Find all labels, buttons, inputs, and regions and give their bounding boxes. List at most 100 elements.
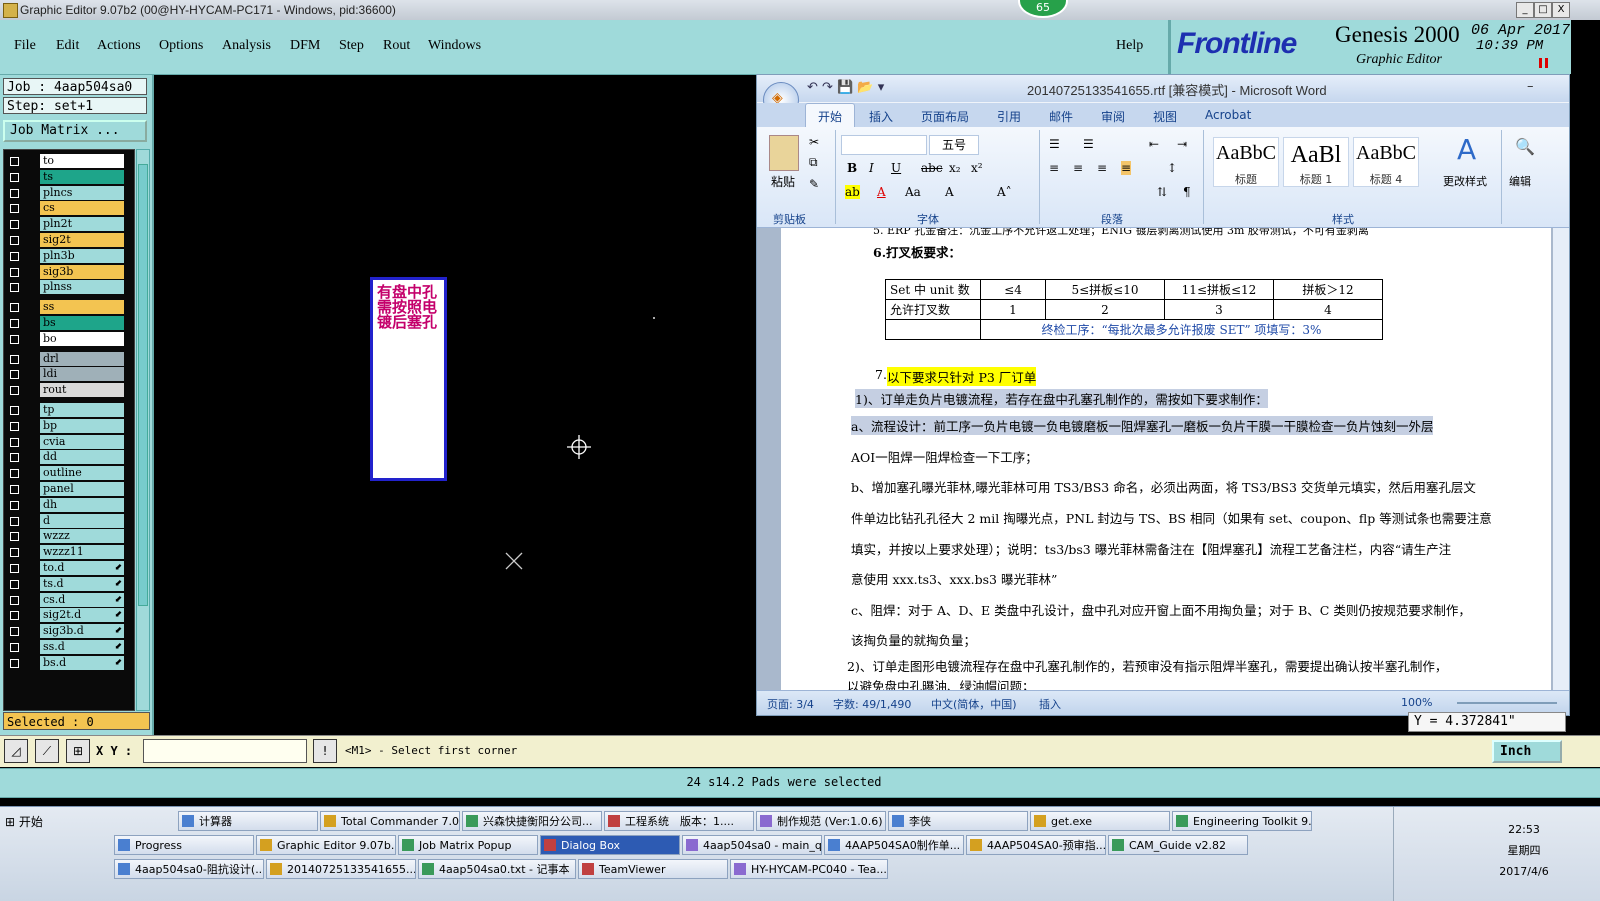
layer-row[interactable]: cvia	[4, 434, 134, 450]
align-left-button[interactable]: ≡	[1049, 161, 1059, 175]
font-name-select[interactable]	[841, 135, 927, 155]
layer-name[interactable]: rout	[40, 383, 124, 398]
format-painter-icon[interactable]: ✎	[809, 177, 819, 191]
paste-button-label[interactable]: 粘贴	[771, 173, 795, 190]
measure-tool-icon[interactable]: ⟋	[35, 739, 59, 763]
layer-name[interactable]: ss.d ⬋	[40, 640, 124, 654]
layer-name[interactable]: ts	[40, 169, 124, 184]
xy-input[interactable]	[143, 739, 307, 763]
layer-name[interactable]: dh	[40, 497, 124, 512]
layer-row[interactable]: bp	[4, 418, 134, 434]
layer-checkbox[interactable]	[10, 485, 19, 494]
job-matrix-button[interactable]: Job Matrix ...	[3, 120, 147, 142]
layer-row[interactable]: plncs	[4, 185, 134, 201]
layer-name[interactable]: bo	[40, 331, 124, 346]
layer-row[interactable]: cs	[4, 201, 134, 216]
layer-checkbox[interactable]	[10, 627, 19, 637]
layer-name[interactable]: panel	[40, 482, 124, 496]
align-center-button[interactable]: ≡	[1073, 161, 1083, 175]
menu-file[interactable]: File	[14, 38, 36, 54]
bullets-button[interactable]: ☰	[1049, 137, 1060, 151]
layer-name[interactable]: ss	[40, 300, 124, 315]
layer-name[interactable]: drl	[40, 351, 124, 366]
layer-name[interactable]: plncs	[40, 185, 124, 200]
menu-edit[interactable]: Edit	[56, 38, 79, 54]
layer-checkbox[interactable]	[10, 370, 19, 380]
find-icon[interactable]: 🔍	[1515, 137, 1535, 156]
taskbar-button[interactable]: TeamViewer	[578, 859, 728, 879]
layer-checkbox[interactable]	[10, 469, 19, 479]
layer-name[interactable]: d	[40, 513, 124, 528]
zoom-level[interactable]: 100%	[1401, 696, 1432, 709]
layer-name[interactable]: sig3b.d ⬋	[40, 624, 124, 639]
layer-row[interactable]: rout	[4, 383, 134, 398]
layer-name[interactable]: bp	[40, 418, 124, 433]
font-size-select[interactable]: 五号	[929, 135, 979, 155]
layer-row[interactable]: ss	[4, 300, 134, 315]
layer-row[interactable]: to	[4, 154, 134, 169]
grow-font-button[interactable]: A˄	[997, 185, 1012, 199]
tab-page-layout[interactable]: 页面布局	[921, 108, 969, 125]
layer-checkbox[interactable]	[10, 500, 19, 510]
layer-name[interactable]: ldi	[40, 367, 124, 382]
layer-name[interactable]: cs	[40, 201, 124, 216]
minimize-button[interactable]: _	[1516, 2, 1534, 18]
taskbar-button[interactable]: 4AAP504SA0-预审指...	[966, 835, 1106, 855]
superscript-button[interactable]: x²	[971, 161, 983, 175]
layer-checkbox[interactable]	[10, 643, 19, 652]
layer-checkbox[interactable]	[10, 406, 19, 415]
zoom-slider[interactable]	[1457, 702, 1557, 704]
subscript-button[interactable]: x₂	[949, 161, 961, 175]
decrease-indent-button[interactable]: ⇤	[1149, 137, 1159, 151]
layer-name[interactable]: cvia	[40, 434, 124, 449]
layer-checkbox[interactable]	[10, 421, 19, 431]
layer-checkbox[interactable]	[10, 386, 19, 396]
layer-row[interactable]: drl	[4, 351, 134, 367]
layer-checkbox[interactable]	[10, 251, 19, 261]
layer-name[interactable]: sig2t	[40, 233, 124, 247]
tab-insert[interactable]: 插入	[869, 108, 893, 125]
layer-row[interactable]: outline	[4, 466, 134, 481]
taskbar-button[interactable]: 兴森快捷衡阳分公司...	[462, 811, 602, 831]
layer-checkbox[interactable]	[10, 548, 19, 558]
start-button[interactable]: ⊞ 开始	[2, 811, 105, 833]
layer-row[interactable]: dh	[4, 497, 134, 513]
taskbar-button[interactable]: 李侠	[888, 811, 1028, 831]
taskbar-button[interactable]: 工程系统 版本：1....	[604, 811, 754, 831]
menu-help[interactable]: Help	[1116, 38, 1143, 54]
tab-acrobat[interactable]: Acrobat	[1205, 108, 1251, 122]
taskbar-button[interactable]: 计算器	[178, 811, 318, 831]
layer-name[interactable]: bs.d ⬋	[40, 655, 124, 670]
taskbar-button[interactable]: Total Commander 7.0 ...	[320, 811, 460, 831]
taskbar-button[interactable]: 4aap504sa0 - main_qa	[682, 835, 822, 855]
document-page[interactable]: 5. ERP 孔金备注：沉金工序不允许返工处理；ENIG 镀层剥离测试使用 3m…	[781, 228, 1551, 690]
copy-icon[interactable]: ⧉	[809, 155, 818, 170]
layer-checkbox[interactable]	[10, 267, 19, 277]
sort-button[interactable]: ⇅	[1157, 185, 1167, 199]
paste-icon[interactable]	[769, 135, 799, 171]
layer-name[interactable]: wzzz	[40, 529, 124, 544]
taskbar-button[interactable]: 20140725133541655....	[266, 859, 416, 879]
taskbar-button[interactable]: 4aap504sa0-阻抗设计(...	[114, 859, 264, 879]
layer-row[interactable]: to.d ⬋	[4, 561, 134, 576]
line-spacing-button[interactable]: ↕	[1167, 161, 1177, 175]
tab-home[interactable]: 开始	[805, 103, 856, 129]
layer-row[interactable]: cs.d ⬋	[4, 592, 134, 608]
layer-row[interactable]: d	[4, 513, 134, 529]
layer-row[interactable]: wzzz11	[4, 545, 134, 560]
style-heading4[interactable]: AaBbC 标题 4	[1353, 137, 1419, 187]
style-normal[interactable]: AaBbC 标题	[1213, 137, 1279, 187]
menu-windows[interactable]: Windows	[428, 38, 481, 54]
layer-name[interactable]: bs	[40, 316, 124, 330]
layer-name[interactable]: pln3b	[40, 248, 124, 263]
layer-checkbox[interactable]	[10, 453, 19, 463]
layer-checkbox[interactable]	[10, 303, 19, 313]
cut-icon[interactable]: ✂	[809, 135, 819, 149]
layer-row[interactable]: ldi	[4, 367, 134, 382]
layer-name[interactable]: outline	[40, 466, 124, 481]
menu-rout[interactable]: Rout	[383, 38, 410, 54]
taskbar-button[interactable]: Graphic Editor 9.07b...	[256, 835, 396, 855]
increase-indent-button[interactable]: ⇥	[1177, 137, 1187, 151]
change-styles-icon[interactable]: A	[1457, 133, 1476, 166]
layer-row[interactable]: sig2t	[4, 233, 134, 248]
